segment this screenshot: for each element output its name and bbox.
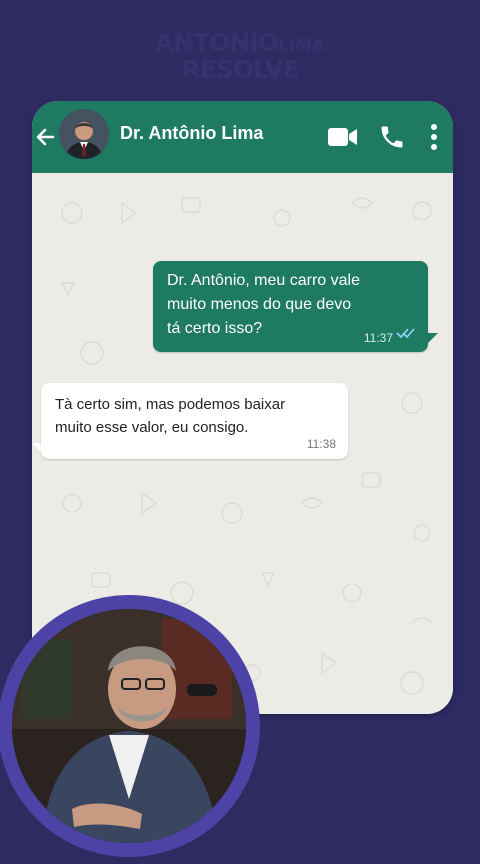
outgoing-message-time: 11:37 — [363, 331, 393, 345]
brand-logo: ANTONIOLIMA — [0, 28, 480, 57]
chat-header: Dr. Antônio Lima — [32, 101, 453, 173]
outgoing-bubble-tail — [428, 333, 438, 343]
read-ticks-icon — [396, 326, 416, 344]
incoming-message-time: 11:38 — [306, 437, 336, 451]
incoming-message[interactable]: Tà certo sim, mas podemos baixar muito e… — [41, 383, 348, 459]
video-call-icon[interactable] — [328, 126, 358, 153]
phone-call-icon[interactable] — [378, 123, 406, 156]
outgoing-message-text: Dr. Antônio, meu carro vale muito menos … — [167, 272, 360, 337]
brand-line2: RESOLVE — [181, 55, 300, 84]
brand-line1-main: ANTONIO — [154, 28, 279, 57]
back-arrow-icon[interactable] — [34, 121, 56, 153]
more-vertical-icon[interactable] — [430, 123, 438, 156]
brand-line1-small: LIMA — [277, 36, 326, 56]
incoming-message-text: Tà certo sim, mas podemos baixar muito e… — [55, 396, 286, 436]
speaker-video — [12, 609, 246, 843]
avatar[interactable] — [59, 109, 109, 159]
contact-name[interactable]: Dr. Antônio Lima — [120, 123, 263, 144]
outgoing-message[interactable]: Dr. Antônio, meu carro vale muito menos … — [153, 261, 428, 352]
